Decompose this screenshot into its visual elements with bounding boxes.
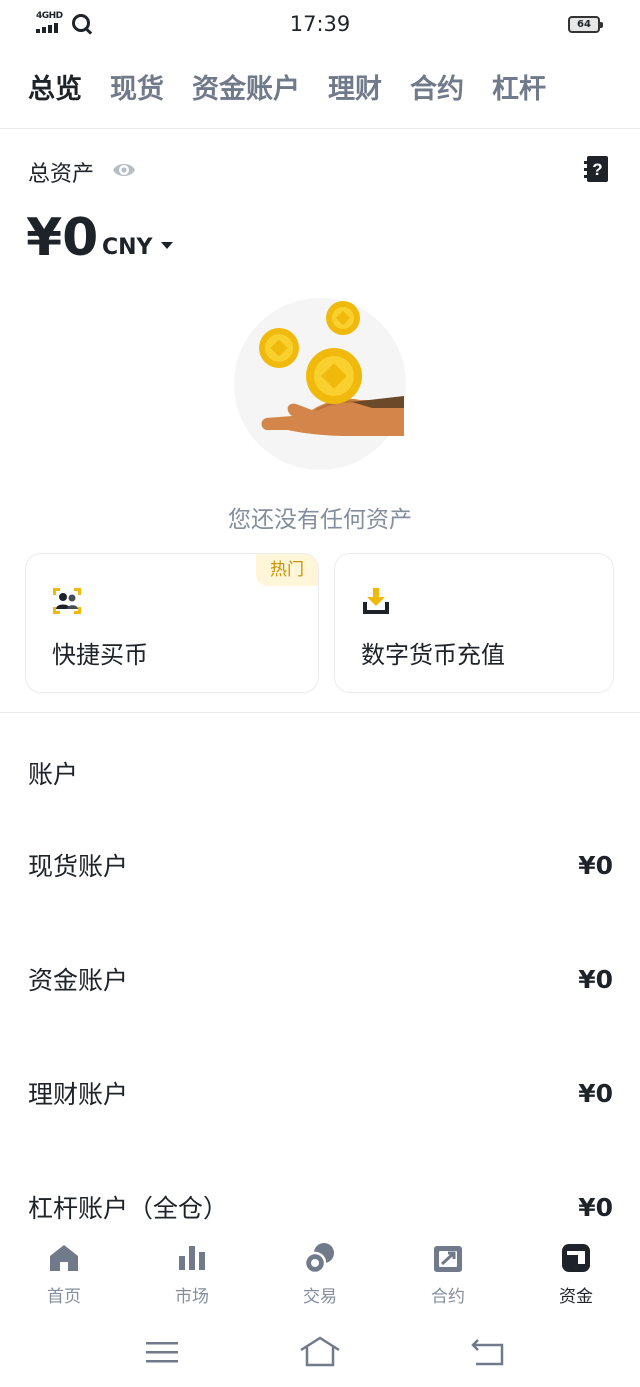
tab-futures[interactable]: 合约 <box>410 72 464 108</box>
account-name: 资金账户 <box>28 966 129 995</box>
wallet-icon <box>562 1244 590 1272</box>
accounts-title: 账户 <box>28 760 79 789</box>
account-row-margin[interactable]: 杠杆账户（全仓） ¥0 <box>28 1187 613 1227</box>
hot-badge: 热门 <box>256 554 318 586</box>
svg-text:?: ? <box>592 160 602 179</box>
tab-earn[interactable]: 理财 <box>328 72 382 108</box>
nav-label: 首页 <box>47 1287 81 1307</box>
nav-futures[interactable]: 合约 <box>384 1232 512 1316</box>
total-assets-label: 总资产 <box>28 162 95 187</box>
nav-label: 资金 <box>559 1287 593 1307</box>
nav-home[interactable]: 首页 <box>0 1232 128 1316</box>
home-button-icon[interactable] <box>298 1334 342 1370</box>
system-nav-bar <box>0 1318 640 1387</box>
section-divider <box>0 712 640 713</box>
battery-icon: 64 <box>568 16 603 33</box>
tab-spot[interactable]: 现货 <box>110 72 164 108</box>
nav-label: 交易 <box>303 1287 337 1307</box>
account-row-earn[interactable]: 理财账户 ¥0 <box>28 1073 613 1113</box>
account-value: ¥0 <box>578 964 613 994</box>
status-bar: 4GHD 17:39 64 <box>0 0 640 50</box>
asset-tabs: 总览 现货 资金账户 理财 合约 杠杆 <box>28 72 574 108</box>
crypto-deposit-card[interactable]: 数字货币充值 <box>334 553 614 693</box>
exchange-icon <box>304 1243 334 1274</box>
account-name: 现货账户 <box>28 852 129 881</box>
tab-overview[interactable]: 总览 <box>28 72 82 108</box>
account-name: 理财账户 <box>28 1080 129 1109</box>
account-value: ¥0 <box>578 1078 613 1108</box>
nav-trade[interactable]: 交易 <box>256 1232 384 1316</box>
tab-funding[interactable]: 资金账户 <box>192 72 300 108</box>
back-icon[interactable] <box>466 1334 510 1370</box>
nav-markets[interactable]: 市场 <box>128 1232 256 1316</box>
nav-funds[interactable]: 资金 <box>512 1232 640 1316</box>
account-name: 杠杆账户（全仓） <box>28 1194 229 1223</box>
crypto-deposit-label: 数字货币充值 <box>361 641 505 669</box>
menu-icon[interactable] <box>140 1334 184 1370</box>
home-icon <box>50 1245 78 1271</box>
status-time: 17:39 <box>289 12 351 36</box>
total-assets-value: ¥0 <box>26 208 99 268</box>
nav-label: 合约 <box>431 1287 465 1307</box>
account-value: ¥0 <box>578 1192 613 1222</box>
empty-assets-illustration <box>234 298 406 470</box>
buy-users-icon <box>53 588 81 614</box>
help-doc-icon[interactable]: ? <box>584 155 610 183</box>
bottom-nav: 首页 市场 交易 合约 资金 <box>0 1232 640 1316</box>
nav-label: 市场 <box>175 1287 209 1307</box>
tab-margin[interactable]: 杠杆 <box>492 72 546 108</box>
caret-down-icon[interactable] <box>161 242 173 249</box>
tabs-divider <box>0 128 640 129</box>
eye-icon[interactable] <box>111 158 137 182</box>
currency-selector[interactable]: CNY <box>102 235 153 260</box>
bar-chart-icon <box>179 1246 205 1270</box>
contract-icon <box>434 1246 462 1272</box>
quick-buy-label: 快捷买币 <box>52 641 148 669</box>
download-tray-icon <box>363 588 389 614</box>
account-row-spot[interactable]: 现货账户 ¥0 <box>28 845 613 885</box>
account-value: ¥0 <box>578 850 613 880</box>
account-row-funding[interactable]: 资金账户 ¥0 <box>28 959 613 999</box>
quick-buy-card[interactable]: 热门 快捷买币 <box>25 553 319 693</box>
empty-assets-text: 您还没有任何资产 <box>228 507 412 533</box>
